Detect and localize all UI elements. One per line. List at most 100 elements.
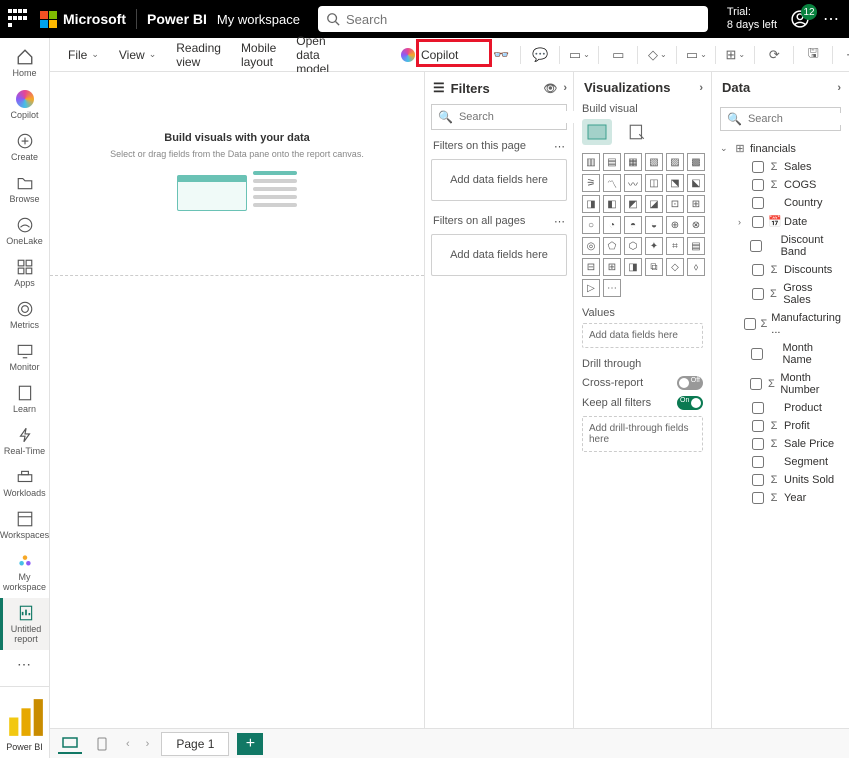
reading-view-button[interactable]: Reading view — [168, 37, 229, 73]
nav-home[interactable]: Home — [0, 42, 49, 84]
header-more-button[interactable]: ⋯ — [823, 9, 841, 29]
viz-type-button[interactable]: ✦ — [645, 237, 663, 255]
powerbi-switcher[interactable]: Power BI — [0, 686, 49, 758]
viz-type-button[interactable]: ▤ — [687, 237, 705, 255]
data-search[interactable]: 🔍 — [720, 107, 841, 131]
values-dropzone[interactable]: Add data fields here — [582, 323, 703, 348]
viz-type-button[interactable]: ⊞ — [603, 258, 621, 276]
desktop-view-button[interactable] — [58, 734, 82, 754]
field-node[interactable]: Segment — [738, 453, 841, 471]
nav-onelake[interactable]: OneLake — [0, 210, 49, 252]
viz-type-button[interactable]: ⊞ — [687, 195, 705, 213]
viz-type-button[interactable]: ◒ — [645, 216, 663, 234]
nav-my-workspace[interactable]: My workspace — [0, 546, 49, 598]
field-checkbox[interactable] — [750, 240, 762, 252]
field-checkbox[interactable] — [752, 474, 764, 486]
copilot-button[interactable]: Copilot — [391, 45, 468, 65]
viz-type-button[interactable]: ⋯ — [603, 279, 621, 297]
buttons-button[interactable]: ▭⌄ — [683, 43, 709, 67]
global-search[interactable] — [318, 6, 708, 32]
field-checkbox[interactable] — [751, 348, 763, 360]
nav-workspaces[interactable]: Workspaces — [0, 504, 49, 546]
expand-icon[interactable]: › — [738, 217, 748, 227]
expand-icon[interactable]: › — [837, 82, 841, 94]
field-checkbox[interactable] — [752, 179, 764, 191]
workspace-label[interactable]: My workspace — [217, 12, 300, 27]
filters-page-dropzone[interactable]: Add data fields here — [431, 159, 567, 201]
field-node[interactable]: ΣSale Price — [738, 435, 841, 453]
nav-create[interactable]: Create — [0, 126, 49, 168]
viz-type-button[interactable]: ◩ — [624, 195, 642, 213]
viz-type-button[interactable]: ▷ — [582, 279, 600, 297]
viz-type-button[interactable]: ◇ — [666, 258, 684, 276]
viz-type-button[interactable]: ⊕ — [666, 216, 684, 234]
field-node[interactable]: ΣYear — [738, 489, 841, 507]
product-label[interactable]: Power BI — [147, 11, 207, 27]
filters-search[interactable]: 🔍 — [431, 104, 567, 130]
mobile-view-button[interactable] — [90, 734, 114, 754]
prev-page-button[interactable]: ‹ — [122, 738, 134, 750]
data-search-input[interactable] — [742, 113, 849, 125]
viz-type-button[interactable]: ⬨ — [687, 258, 705, 276]
drillthrough-dropzone[interactable]: Add drill-through fields here — [582, 416, 703, 452]
nav-apps[interactable]: Apps — [0, 252, 49, 294]
nav-more[interactable]: ⋯ — [0, 650, 49, 679]
app-launcher-icon[interactable] — [8, 9, 28, 29]
nav-metrics[interactable]: Metrics — [0, 294, 49, 336]
field-checkbox[interactable] — [744, 318, 756, 330]
field-node[interactable]: ΣProfit — [738, 417, 841, 435]
field-checkbox[interactable] — [752, 420, 764, 432]
build-tab[interactable] — [582, 119, 612, 145]
viz-type-button[interactable]: ⌗ — [666, 237, 684, 255]
mobile-layout-button[interactable]: Mobile layout — [233, 37, 284, 73]
viz-type-button[interactable]: ⊗ — [687, 216, 705, 234]
notifications-button[interactable]: 12 — [791, 10, 809, 28]
viz-type-button[interactable]: ▥ — [582, 153, 600, 171]
visual-button[interactable]: ▭⌄ — [566, 43, 592, 67]
field-node[interactable]: ΣCOGS — [738, 176, 841, 194]
global-search-input[interactable] — [318, 6, 708, 32]
nav-learn[interactable]: Learn — [0, 378, 49, 420]
field-checkbox[interactable] — [750, 378, 762, 390]
toolbar-more-button[interactable]: ⋯ — [839, 43, 849, 67]
text-button[interactable]: ▭ — [605, 43, 631, 67]
expand-icon[interactable]: › — [563, 82, 567, 95]
field-checkbox[interactable] — [752, 288, 764, 300]
viz-type-button[interactable]: ◧ — [603, 195, 621, 213]
viz-type-button[interactable]: ◓ — [624, 216, 642, 234]
trial-status[interactable]: Trial: 8 days left — [727, 6, 777, 32]
field-node[interactable]: ΣDiscounts — [738, 261, 841, 279]
field-node[interactable]: ΣUnits Sold — [738, 471, 841, 489]
nav-realtime[interactable]: Real-Time — [0, 420, 49, 462]
field-node[interactable]: ΣManufacturing ... — [738, 309, 841, 339]
viz-type-button[interactable]: ○ — [582, 216, 600, 234]
viz-type-button[interactable]: ▨ — [666, 153, 684, 171]
viz-type-button[interactable]: ◎ — [582, 237, 600, 255]
field-checkbox[interactable] — [752, 264, 764, 276]
refresh-button[interactable]: ⟳ — [761, 43, 787, 67]
more-icon[interactable]: ⋯ — [554, 140, 565, 153]
page-tab[interactable]: Page 1 — [161, 732, 229, 756]
expand-icon[interactable]: › — [699, 82, 703, 94]
next-page-button[interactable]: › — [142, 738, 154, 750]
filters-all-dropzone[interactable]: Add data fields here — [431, 234, 567, 276]
field-node[interactable]: Discount Band — [738, 231, 841, 261]
viz-type-button[interactable]: ◨ — [582, 195, 600, 213]
field-checkbox[interactable] — [752, 161, 764, 173]
image-button[interactable]: ⊞⌄ — [722, 43, 748, 67]
field-node[interactable]: Month Name — [738, 339, 841, 369]
format-tab[interactable] — [622, 119, 652, 145]
field-node[interactable]: Product — [738, 399, 841, 417]
viz-type-button[interactable]: ▩ — [687, 153, 705, 171]
field-checkbox[interactable] — [752, 438, 764, 450]
viz-type-button[interactable]: ⬡ — [624, 237, 642, 255]
report-canvas[interactable]: Build visuals with your data Select or d… — [50, 72, 424, 276]
viz-type-button[interactable]: ⬔ — [666, 174, 684, 192]
comment-button[interactable]: 💬 — [527, 43, 553, 67]
viz-type-button[interactable]: ▦ — [624, 153, 642, 171]
shapes-button[interactable]: ◇⌄ — [644, 43, 670, 67]
field-checkbox[interactable] — [752, 402, 764, 414]
viz-type-button[interactable]: ◔ — [603, 216, 621, 234]
eye-icon[interactable]: 👁 — [543, 82, 557, 95]
nav-untitled-report[interactable]: Untitled report — [0, 598, 49, 650]
